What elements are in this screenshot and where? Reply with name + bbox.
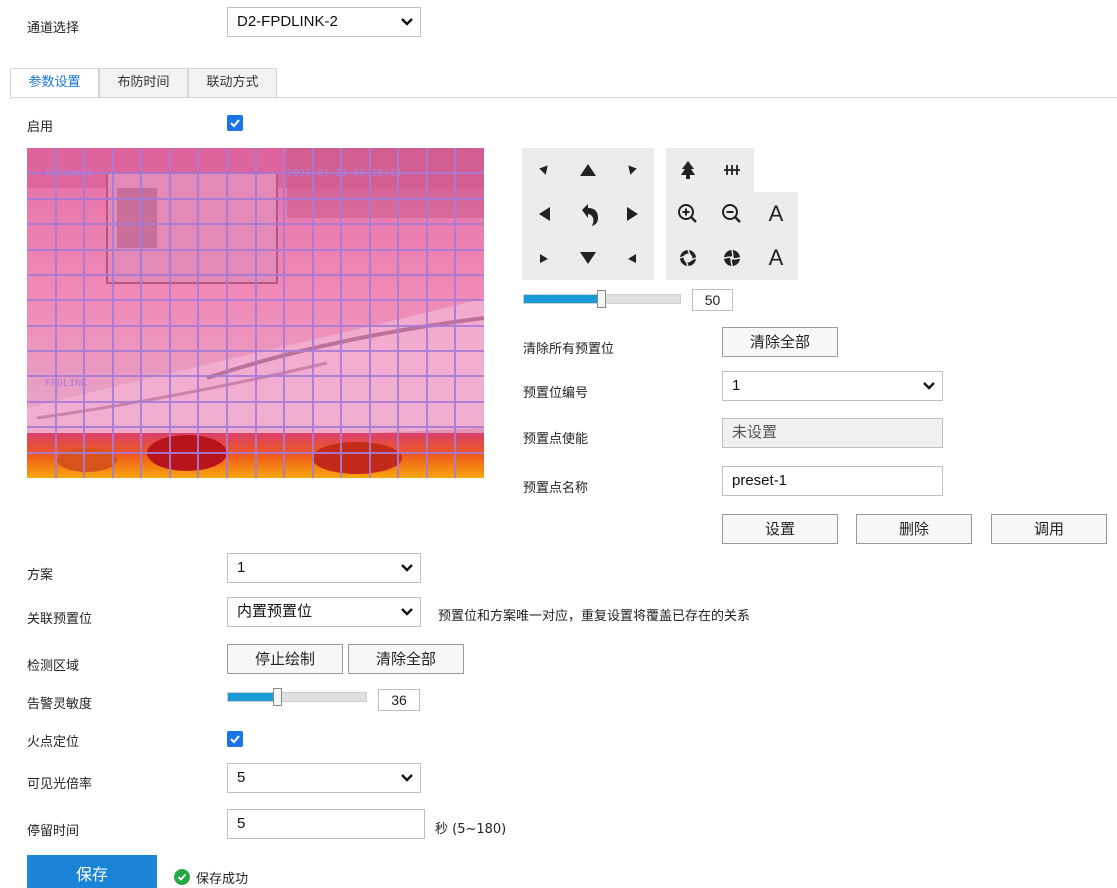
visible-zoom-select[interactable]: 5 xyxy=(227,763,421,793)
ptz-focus-auto-button[interactable]: A xyxy=(754,192,798,236)
down-right-arrow-icon xyxy=(628,254,636,263)
iris-auto-icon: A xyxy=(768,245,784,270)
clear-presets-label: 清除所有预置位 xyxy=(523,342,615,357)
ptz-up-right-button[interactable] xyxy=(610,148,654,192)
chevron-down-icon xyxy=(401,608,413,616)
down-arrow-icon xyxy=(580,252,596,264)
left-arrow-icon xyxy=(539,207,550,221)
right-arrow-icon xyxy=(627,207,638,221)
ptz-home-button[interactable] xyxy=(566,192,610,236)
ptz-speed-fill xyxy=(524,295,602,303)
video-overlay-name: IPCamera xyxy=(45,168,93,179)
preset-number-value: 1 xyxy=(732,377,741,394)
tab-linkage[interactable]: 联动方式 xyxy=(188,68,277,98)
down-left-arrow-icon xyxy=(540,254,548,263)
ptz-iris-close-button[interactable] xyxy=(710,236,754,280)
video-overlay-time: 2021-01-22 09:18:13 xyxy=(287,168,401,179)
channel-label: 通道选择 xyxy=(27,21,80,36)
save-button[interactable]: 保存 xyxy=(27,855,157,888)
ptz-zoom-out-button[interactable] xyxy=(710,192,754,236)
focus-auto-icon: A xyxy=(768,201,784,226)
light-icon xyxy=(724,165,740,175)
preset-enable-field: 未设置 xyxy=(722,418,943,448)
ptz-down-button[interactable] xyxy=(566,236,610,280)
sensitivity-value: 36 xyxy=(378,689,420,711)
visible-zoom-value: 5 xyxy=(237,769,246,786)
preset-number-select[interactable]: 1 xyxy=(722,371,943,401)
wiper-icon xyxy=(681,161,695,179)
chevron-down-icon xyxy=(401,18,413,26)
save-status: 保存成功 xyxy=(196,872,249,887)
tab-divider xyxy=(10,97,1117,98)
check-icon xyxy=(230,735,240,744)
iris-open-icon xyxy=(679,249,697,267)
preset-delete-button[interactable]: 删除 xyxy=(856,514,972,544)
ptz-left-button[interactable] xyxy=(522,192,566,236)
ptz-up-button[interactable] xyxy=(566,148,610,192)
zoom-out-icon xyxy=(722,204,741,223)
dwell-input[interactable]: 5 xyxy=(227,809,425,839)
zoom-in-icon xyxy=(678,204,697,223)
ptz-down-right-button[interactable] xyxy=(610,236,654,280)
ptz-right-button[interactable] xyxy=(610,192,654,236)
preset-name-label: 预置点名称 xyxy=(523,481,589,496)
fire-locate-checkbox[interactable] xyxy=(227,731,243,747)
video-preview[interactable]: IPCamera 2021-01-22 09:18:13 FPDLINK xyxy=(27,148,484,478)
channel-select[interactable]: D2-FPDLINK-2 xyxy=(227,7,421,37)
chevron-down-icon xyxy=(401,774,413,782)
chevron-down-icon xyxy=(401,564,413,572)
fire-locate-label: 火点定位 xyxy=(27,735,80,750)
preset-enable-label: 预置点使能 xyxy=(523,432,589,447)
ptz-up-left-button[interactable] xyxy=(522,148,566,192)
ptz-iris-auto-button[interactable]: A xyxy=(754,236,798,280)
detect-area-label: 检测区域 xyxy=(27,659,80,674)
dwell-label: 停留时间 xyxy=(27,824,80,839)
linked-preset-select[interactable]: 内置预置位 xyxy=(227,597,421,627)
dwell-unit: 秒 (5~180) xyxy=(435,822,507,837)
sensitivity-handle[interactable] xyxy=(273,688,282,706)
sensitivity-slider[interactable] xyxy=(227,688,367,706)
preset-number-label: 预置位编号 xyxy=(523,386,589,401)
sensitivity-fill xyxy=(228,693,278,701)
stop-drawing-button[interactable]: 停止绘制 xyxy=(227,644,343,674)
chevron-down-icon xyxy=(923,382,935,390)
ptz-down-left-button[interactable] xyxy=(522,236,566,280)
ptz-light-button[interactable] xyxy=(710,148,754,192)
iris-close-icon xyxy=(723,249,741,267)
scheme-value: 1 xyxy=(237,559,246,576)
thermal-image: IPCamera 2021-01-22 09:18:13 FPDLINK xyxy=(27,148,484,478)
ptz-speed-handle[interactable] xyxy=(597,290,606,308)
video-overlay-channel: FPDLINK xyxy=(45,378,87,389)
check-icon xyxy=(230,119,240,128)
tab-schedule[interactable]: 布防时间 xyxy=(99,68,188,98)
sensitivity-label: 告警灵敏度 xyxy=(27,697,93,712)
clear-area-button[interactable]: 清除全部 xyxy=(348,644,464,674)
ptz-zoom-in-button[interactable] xyxy=(666,192,710,236)
enable-label: 启用 xyxy=(27,120,54,135)
up-arrow-icon xyxy=(580,164,596,176)
linked-preset-value: 内置预置位 xyxy=(237,603,313,620)
up-left-arrow-icon xyxy=(539,165,548,175)
preset-name-input[interactable]: preset-1 xyxy=(722,466,943,496)
enable-checkbox[interactable] xyxy=(227,115,243,131)
tab-params[interactable]: 参数设置 xyxy=(10,68,99,99)
clear-presets-button[interactable]: 清除全部 xyxy=(722,327,838,357)
preset-set-button[interactable]: 设置 xyxy=(722,514,838,544)
return-icon xyxy=(582,204,598,226)
preset-call-button[interactable]: 调用 xyxy=(991,514,1107,544)
channel-select-value: D2-FPDLINK-2 xyxy=(237,13,338,30)
ptz-wiper-button[interactable] xyxy=(666,148,710,192)
ptz-speed-value: 50 xyxy=(692,289,733,311)
up-right-arrow-icon xyxy=(628,165,637,175)
linked-preset-hint: 预置位和方案唯一对应，重复设置将覆盖已存在的关系 xyxy=(438,609,751,624)
success-icon xyxy=(174,869,190,885)
visible-zoom-label: 可见光倍率 xyxy=(27,777,93,792)
linked-preset-label: 关联预置位 xyxy=(27,612,93,627)
ptz-iris-open-button[interactable] xyxy=(666,236,710,280)
scheme-label: 方案 xyxy=(27,568,54,583)
ptz-speed-slider[interactable] xyxy=(523,290,681,308)
scheme-select[interactable]: 1 xyxy=(227,553,421,583)
